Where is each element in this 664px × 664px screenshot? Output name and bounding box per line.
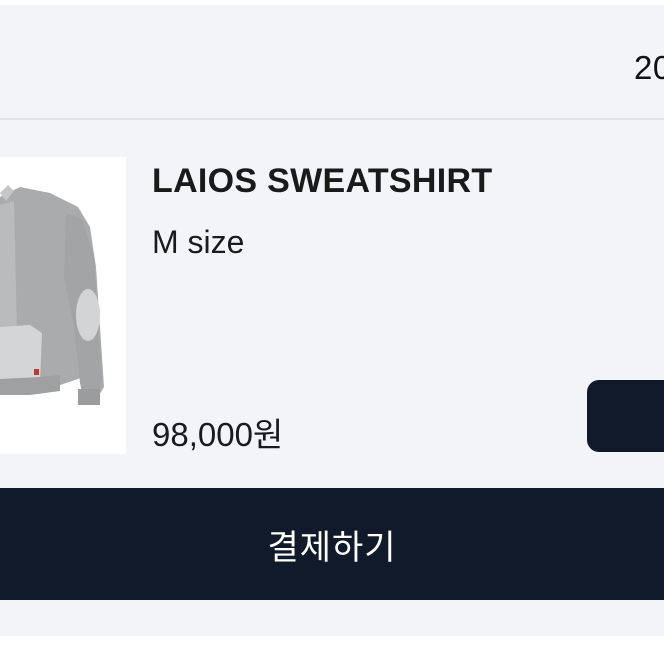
order-screen: 20 LAIOS SWEATSHIRT M size 98,000원 결제하기 xyxy=(0,0,664,664)
product-thumbnail[interactable] xyxy=(0,157,126,454)
product-option: M size xyxy=(152,224,245,260)
product-name[interactable]: LAIOS SWEATSHIRT xyxy=(152,162,492,201)
item-action-button[interactable] xyxy=(587,380,664,452)
pay-button[interactable]: 결제하기 xyxy=(0,488,664,600)
bottom-band xyxy=(0,600,664,636)
sweatshirt-image-icon xyxy=(0,157,126,454)
order-item-card: LAIOS SWEATSHIRT M size 98,000원 xyxy=(0,120,664,488)
order-date: 20 xyxy=(634,49,664,86)
order-header: 20 xyxy=(0,5,664,118)
product-price: 98,000원 xyxy=(152,416,284,453)
bottom-spacer xyxy=(0,636,664,664)
